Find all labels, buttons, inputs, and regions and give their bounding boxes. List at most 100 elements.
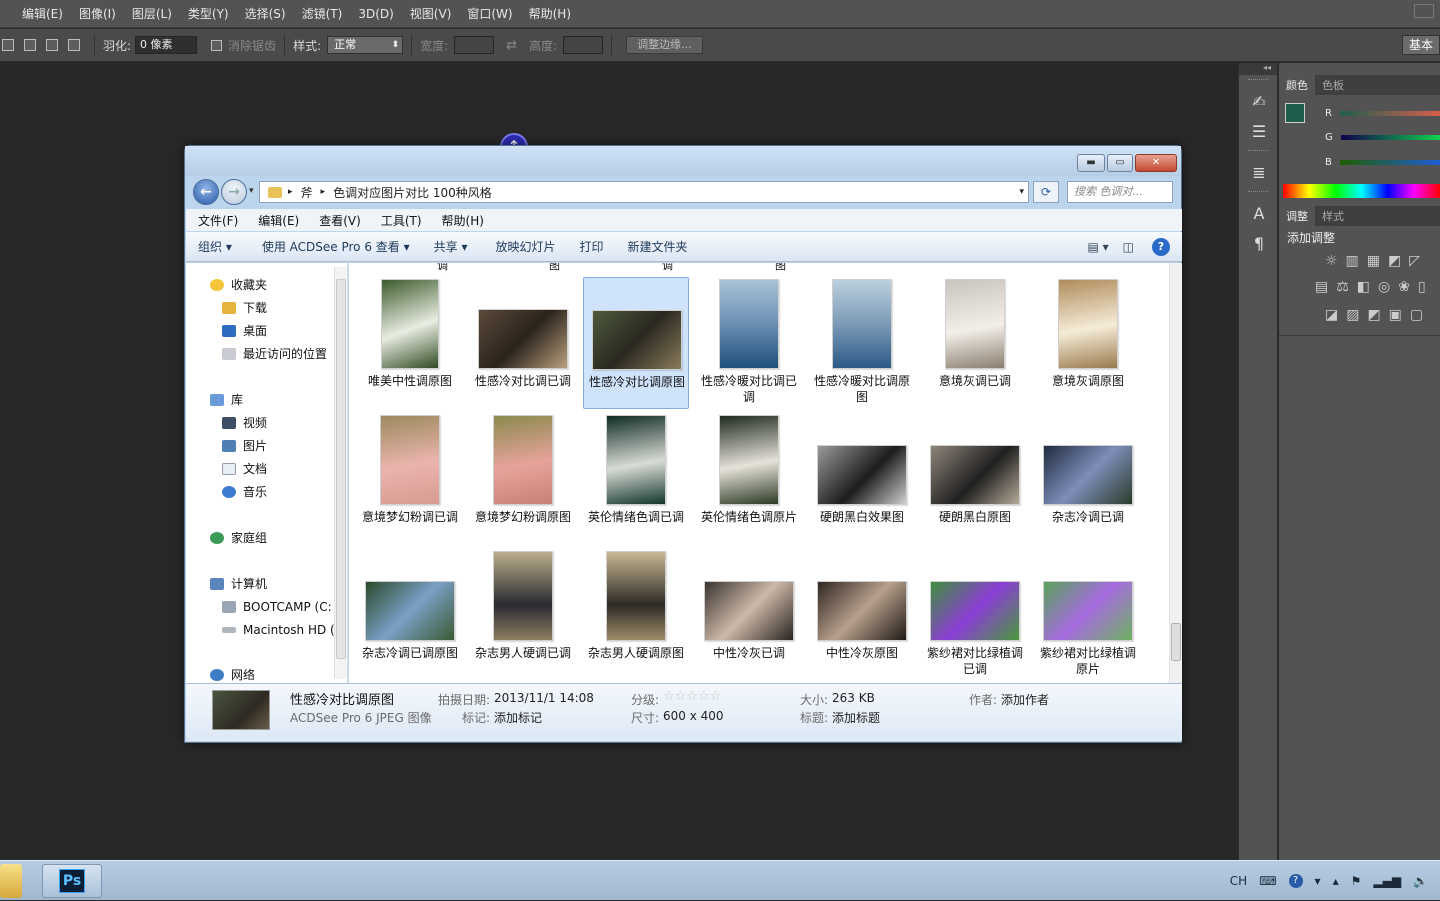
- thumbnail-item[interactable]: 意境梦幻粉调原图: [470, 413, 576, 545]
- history-brush-icon[interactable]: ✍: [1239, 86, 1279, 116]
- recent-pages-icon[interactable]: ▾: [249, 186, 254, 196]
- show-hidden-icon[interactable]: ▴: [1333, 874, 1339, 888]
- tab-swatches[interactable]: 色板: [1315, 75, 1351, 95]
- nav-computer[interactable]: 计算机: [210, 574, 267, 594]
- tab-styles[interactable]: 样式: [1315, 206, 1351, 226]
- thumbnail-item[interactable]: 杂志男人硬调已调: [470, 549, 576, 681]
- nav-videos[interactable]: 视频: [222, 413, 267, 433]
- slider-r-track[interactable]: [1339, 110, 1440, 116]
- nav-homegroup[interactable]: 家庭组: [210, 528, 267, 548]
- window-titlebar[interactable]: ▬ ▭ ✕: [185, 146, 1181, 176]
- antialias-checkbox[interactable]: [211, 39, 223, 51]
- nav-drive-c[interactable]: BOOTCAMP (C:: [222, 597, 332, 617]
- menu-layer[interactable]: 图层(L): [124, 5, 180, 22]
- thumbnail-item[interactable]: 性感冷对比调原图: [583, 277, 689, 409]
- rating-stars[interactable]: ☆☆☆☆☆: [663, 689, 721, 704]
- nav-library[interactable]: 库: [210, 390, 243, 410]
- content-scroll-thumb[interactable]: [1171, 623, 1181, 661]
- thumbnail-item[interactable]: 意境灰调原图: [1035, 277, 1141, 409]
- thumbnail-item[interactable]: 英伦情绪色调已调: [583, 413, 689, 545]
- volume-icon[interactable]: 🔈: [1413, 874, 1428, 888]
- width-input[interactable]: [454, 36, 495, 54]
- swap-icon[interactable]: ⇄: [506, 38, 517, 53]
- slider-g[interactable]: G: [1325, 129, 1440, 145]
- nav-network[interactable]: 网络: [210, 665, 255, 683]
- options-tray-icon[interactable]: ▾: [1315, 874, 1321, 888]
- menu-select[interactable]: 选择(S): [237, 5, 294, 22]
- menu-filter[interactable]: 滤镜(T): [294, 5, 351, 22]
- nav-pictures[interactable]: 图片: [222, 436, 267, 456]
- menu-help[interactable]: 帮助(H): [434, 212, 492, 229]
- new-selection-icon[interactable]: [2, 39, 14, 51]
- menu-view[interactable]: 查看(V): [311, 212, 369, 229]
- breadcrumb-item[interactable]: 色调对应图片对比 100种风格: [333, 184, 492, 201]
- forward-button[interactable]: →: [221, 179, 247, 205]
- add-selection-icon[interactable]: [24, 39, 36, 51]
- breadcrumb-item[interactable]: 斧: [301, 184, 313, 201]
- menu-help[interactable]: 帮助(H): [521, 5, 579, 22]
- share-button[interactable]: 共享 ▾: [422, 238, 480, 255]
- thumbnail-item[interactable]: 意境梦幻粉调已调: [357, 413, 463, 545]
- minimize-button[interactable]: ▬: [1077, 154, 1105, 172]
- nav-desktop[interactable]: 桌面: [222, 321, 267, 341]
- foreground-swatch[interactable]: [1285, 103, 1305, 123]
- back-button[interactable]: ←: [193, 179, 219, 205]
- nav-documents[interactable]: 文档: [222, 459, 267, 479]
- help-tray-icon[interactable]: ?: [1288, 874, 1303, 888]
- keyboard-icon[interactable]: ⌨: [1259, 874, 1276, 888]
- print-button[interactable]: 打印: [567, 238, 615, 255]
- nav-recent[interactable]: 最近访问的位置: [222, 344, 327, 364]
- nav-downloads[interactable]: 下载: [222, 298, 267, 318]
- thumbnail-item[interactable]: 杂志冷调已调: [1035, 413, 1141, 545]
- help-icon[interactable]: ?: [1152, 237, 1170, 256]
- menu-tools[interactable]: 工具(T): [373, 212, 430, 229]
- paragraph-icon[interactable]: ¶: [1239, 228, 1279, 258]
- tab-color[interactable]: 颜色: [1279, 75, 1315, 95]
- menu-3d[interactable]: 3D(D): [350, 7, 401, 21]
- organize-button[interactable]: 组织 ▾: [186, 238, 244, 255]
- menu-window[interactable]: 窗口(W): [459, 5, 520, 22]
- adjust-sliders-icon[interactable]: ☰: [1239, 116, 1279, 146]
- refine-edge-button[interactable]: 调整边缘...: [626, 36, 703, 54]
- nav-music[interactable]: 音乐: [222, 482, 267, 502]
- thumbnail-item[interactable]: 杂志男人硬调原图: [583, 549, 689, 681]
- ime-indicator[interactable]: CH: [1230, 874, 1247, 888]
- intersect-selection-icon[interactable]: [68, 39, 80, 51]
- refresh-icon[interactable]: ⟳: [1033, 181, 1059, 203]
- slideshow-button[interactable]: 放映幻灯片: [479, 238, 567, 255]
- thumbnail-item[interactable]: 中性冷灰已调: [696, 549, 802, 681]
- network-signal-icon[interactable]: ▂▄▆: [1373, 874, 1401, 888]
- height-input[interactable]: [563, 36, 604, 54]
- close-button[interactable]: ✕: [1135, 154, 1177, 172]
- address-dropdown-icon[interactable]: ▾: [1019, 187, 1024, 197]
- slider-b[interactable]: B: [1325, 154, 1440, 170]
- thumbnail-item[interactable]: 中性冷灰原图: [809, 549, 915, 681]
- thumbnail-item[interactable]: 性感冷对比调已调: [470, 277, 576, 409]
- thumbnail-item[interactable]: 英伦情绪色调原片: [696, 413, 802, 545]
- adjustment-icons-row1[interactable]: ☼▥▦◩◸: [1325, 253, 1428, 269]
- flag-icon[interactable]: ⚑: [1351, 874, 1362, 888]
- explorer-taskbar-icon[interactable]: [0, 864, 22, 898]
- view-options-icon[interactable]: ▤ ▾: [1087, 240, 1108, 254]
- thumbnail-item[interactable]: 杂志冷调已调原图: [357, 549, 463, 681]
- thumbnail-item[interactable]: 唯美中性调原图: [357, 277, 463, 409]
- nav-drive-mac[interactable]: Macintosh HD (: [222, 620, 335, 640]
- menu-edit[interactable]: 编辑(E): [0, 5, 71, 22]
- subtract-selection-icon[interactable]: [46, 39, 58, 51]
- slider-g-track[interactable]: [1340, 134, 1440, 140]
- menu-file[interactable]: 文件(F): [190, 212, 246, 229]
- thumbnail-item[interactable]: 硬朗黑白原图: [922, 413, 1028, 545]
- color-spectrum[interactable]: [1283, 184, 1440, 198]
- address-bar[interactable]: ▸ 斧 ▸ 色调对应图片对比 100种风格 ▾: [259, 181, 1029, 203]
- menu-type[interactable]: 类型(Y): [180, 5, 237, 22]
- author-value[interactable]: 添加作者: [1001, 691, 1049, 708]
- nav-scroll-thumb[interactable]: [336, 279, 346, 659]
- tab-adjustments[interactable]: 调整: [1279, 206, 1315, 226]
- slider-r[interactable]: R: [1325, 105, 1440, 121]
- adjustment-icons-row3[interactable]: ◪▨◩▣▢: [1325, 307, 1431, 323]
- menu-view[interactable]: 视图(V): [402, 5, 460, 22]
- menu-edit[interactable]: 编辑(E): [250, 212, 307, 229]
- maximize-button[interactable]: ▭: [1107, 154, 1133, 172]
- thumbnail-item[interactable]: 性感冷暖对比调已调: [696, 277, 802, 409]
- thumbnail-item[interactable]: 性感冷暖对比调原图: [809, 277, 915, 409]
